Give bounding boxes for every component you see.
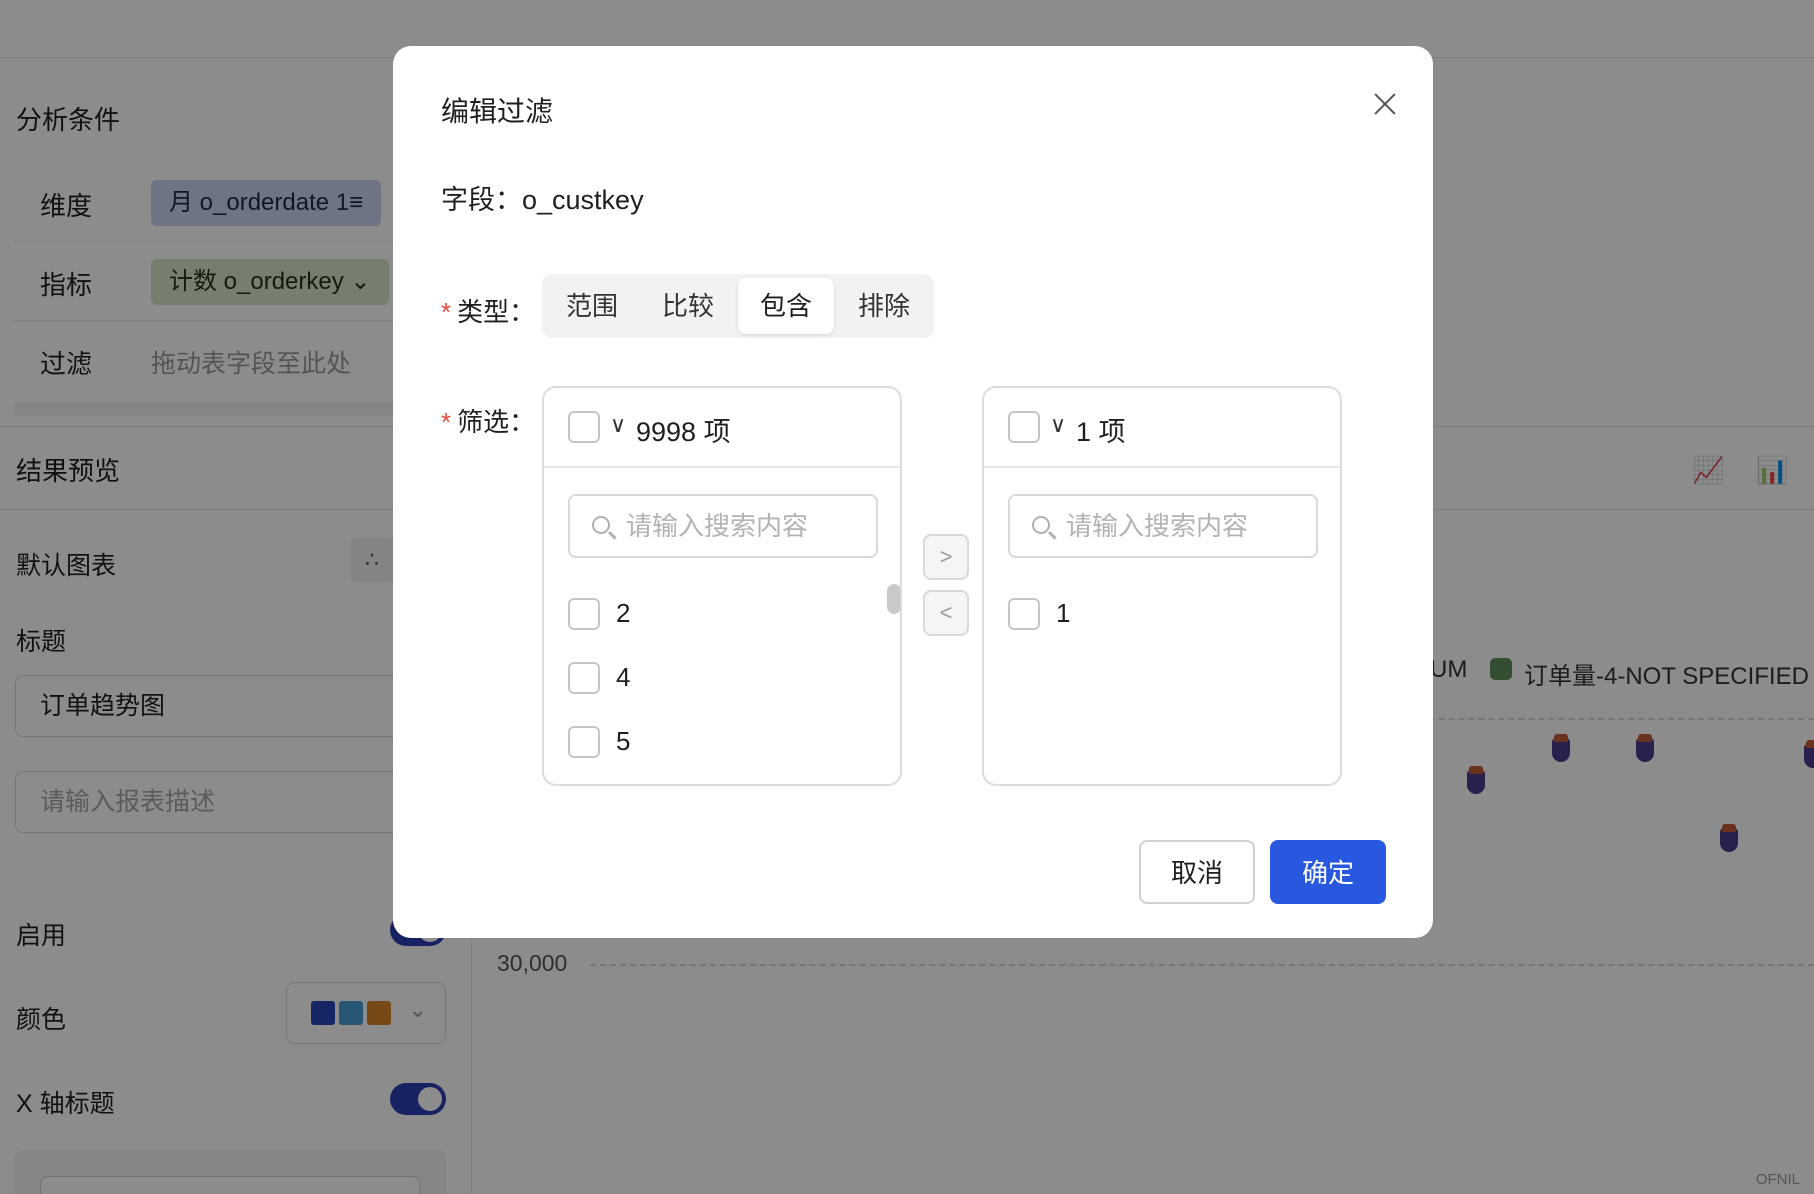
search-icon [592, 516, 610, 534]
type-label: * 类型： [441, 297, 536, 327]
dialog-title: 编辑过滤 [441, 96, 554, 127]
move-right-button[interactable]: > [923, 534, 969, 580]
scrollbar-thumb[interactable] [887, 584, 900, 614]
list-item[interactable]: 1 [1008, 594, 1298, 634]
field-name: 字段：o_custkey [441, 185, 644, 215]
search-icon [1032, 516, 1050, 534]
item-value: 1 [1056, 598, 1071, 628]
target-search [1008, 494, 1318, 558]
edit-filter-dialog: 编辑过滤 字段：o_custkey * 类型： 范围 比较 包含 排除 * 筛选： … [393, 46, 1433, 938]
item-checkbox[interactable] [568, 598, 600, 630]
source-count: 9998 项 [636, 417, 731, 447]
type-option-range[interactable]: 范围 [546, 278, 638, 334]
item-value: 2 [616, 598, 631, 628]
type-option-exclude[interactable]: 排除 [838, 278, 930, 334]
type-option-compare[interactable]: 比较 [642, 278, 734, 334]
select-all-checkbox[interactable] [568, 411, 600, 443]
item-checkbox[interactable] [568, 726, 600, 758]
item-checkbox[interactable] [568, 662, 600, 694]
chevron-down-icon[interactable]: ∨ [1050, 412, 1066, 438]
item-checkbox[interactable] [1008, 598, 1040, 630]
cancel-button[interactable]: 取消 [1139, 840, 1255, 904]
close-icon[interactable] [1363, 82, 1407, 126]
target-count: 1 项 [1076, 417, 1126, 447]
item-value: 4 [616, 662, 631, 692]
list-item[interactable]: 2 [568, 594, 858, 634]
target-list-header: ∨ 1 项 [984, 388, 1340, 468]
list-item[interactable]: 5 [568, 722, 858, 762]
list-item[interactable]: 4 [568, 658, 858, 698]
type-segmented-control: 范围 比较 包含 排除 [542, 274, 934, 338]
select-all-checkbox[interactable] [1008, 411, 1040, 443]
target-search-input[interactable] [1066, 504, 1306, 548]
source-search [568, 494, 878, 558]
confirm-button[interactable]: 确定 [1270, 840, 1386, 904]
source-list-panel: ∨ 9998 项 2 4 5 [542, 386, 902, 786]
item-value: 5 [616, 726, 631, 756]
move-left-button[interactable]: < [923, 590, 969, 636]
source-search-input[interactable] [626, 504, 866, 548]
type-option-include[interactable]: 包含 [738, 278, 834, 334]
chevron-down-icon[interactable]: ∨ [610, 412, 626, 438]
filter-label: * 筛选： [441, 407, 536, 437]
target-list-panel: ∨ 1 项 1 [982, 386, 1342, 786]
source-list-header: ∨ 9998 项 [544, 388, 900, 468]
